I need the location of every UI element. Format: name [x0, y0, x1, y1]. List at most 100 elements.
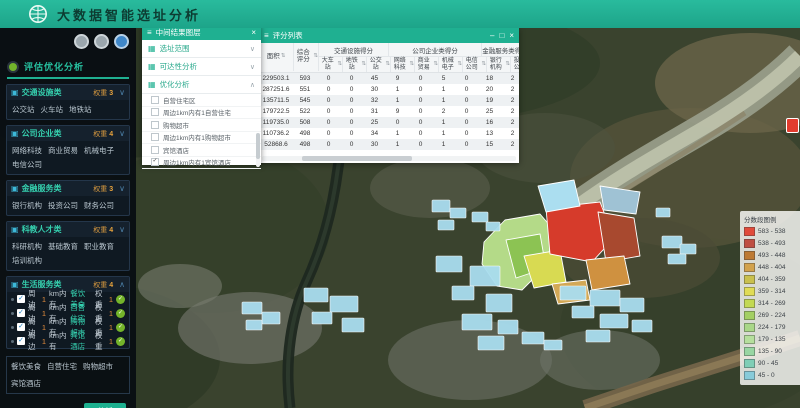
- map-marker[interactable]: [786, 118, 799, 133]
- sort-icon[interactable]: ⇅: [433, 62, 438, 68]
- layer-item[interactable]: ✓ 宾馆酒店: [142, 144, 261, 157]
- column-header[interactable]: 地铁站⇅: [343, 57, 367, 72]
- sort-icon[interactable]: ⇅: [385, 62, 390, 68]
- chevron-up-icon[interactable]: ∧: [119, 280, 125, 289]
- toolbar-circle-button-2[interactable]: [94, 34, 109, 49]
- section-header[interactable]: ▣ 公司企业类 权重4 ∨: [7, 126, 129, 141]
- minimize-icon[interactable]: –: [490, 31, 494, 40]
- column-header[interactable]: 商业贸易⇅: [415, 57, 439, 72]
- checkbox-icon[interactable]: ✓: [151, 158, 159, 166]
- chevron-down-icon[interactable]: ∨: [119, 225, 125, 234]
- layer-group-site-range[interactable]: ▦ 选址范围 ∨: [142, 40, 261, 58]
- layer-item[interactable]: ✓ 自营住宅区: [142, 94, 261, 107]
- table-row[interactable]: 229503.159300459050182: [259, 73, 519, 84]
- table-row[interactable]: 135711.554500321010192: [259, 95, 519, 106]
- close-icon[interactable]: ×: [509, 31, 514, 40]
- checkbox-icon[interactable]: ✓: [17, 337, 25, 345]
- section-header[interactable]: ▣ 金融服务类 权重3 ∨: [7, 181, 129, 196]
- sort-icon[interactable]: ⇅: [505, 62, 510, 68]
- poi-type-label[interactable]: 地铁站: [69, 104, 92, 115]
- legend-range-label: 314 - 269: [758, 300, 785, 307]
- poi-type-label[interactable]: 电信公司: [12, 159, 42, 170]
- weight-value[interactable]: 1: [109, 323, 113, 332]
- chevron-down-icon[interactable]: ∨: [119, 129, 125, 138]
- chevron-down-icon[interactable]: ∨: [250, 45, 255, 53]
- checkbox-icon[interactable]: ✓: [151, 121, 159, 129]
- horizontal-scrollbar[interactable]: [262, 156, 516, 161]
- sort-icon[interactable]: ⇅: [281, 54, 286, 60]
- chevron-down-icon[interactable]: ∨: [119, 184, 125, 193]
- sort-icon[interactable]: ⇅: [337, 62, 342, 68]
- poi-type-label[interactable]: 机械电子: [84, 145, 114, 156]
- column-header[interactable]: 银行机构⇅: [487, 57, 511, 72]
- sort-icon[interactable]: ⇅: [313, 54, 318, 60]
- section-header[interactable]: ▣ 生活服务类 权重4 ∧: [7, 277, 129, 292]
- chevron-down-icon[interactable]: ∨: [119, 88, 125, 97]
- table-row[interactable]: 110736.249800341010132: [259, 128, 519, 139]
- poi-type-label[interactable]: 银行机构: [12, 200, 42, 211]
- weight-value[interactable]: 1: [109, 309, 113, 318]
- chevron-down-icon[interactable]: ∨: [250, 63, 255, 71]
- section-header[interactable]: ▣ 交通设施类 权重3 ∨: [7, 85, 129, 100]
- column-header-area[interactable]: 面积⇅: [259, 43, 294, 71]
- checkbox-icon[interactable]: ✓: [151, 108, 159, 116]
- scrollbar-thumb[interactable]: [256, 133, 260, 159]
- table-row[interactable]: 287251.655100301010202: [259, 84, 519, 95]
- checkbox-icon[interactable]: ✓: [151, 96, 159, 104]
- poi-type-label[interactable]: 财务公司: [84, 200, 114, 211]
- column-header[interactable]: 公交站⇅: [367, 57, 391, 72]
- vertical-scrollbar[interactable]: [256, 142, 260, 167]
- poi-type-label[interactable]: 商业贸易: [48, 145, 78, 156]
- toolbar-circle-button-3[interactable]: [114, 34, 129, 49]
- column-header[interactable]: 投资公司⇅: [511, 57, 519, 72]
- poi-type-label[interactable]: 基础教育: [48, 241, 78, 252]
- toolbar-circle-button-1[interactable]: [74, 34, 89, 49]
- checkbox-icon[interactable]: ✓: [151, 146, 159, 154]
- layer-item[interactable]: ✓ 周边1km内有1自营住宅: [142, 107, 261, 120]
- section-header[interactable]: ▣ 科教人才类 权重4 ∨: [7, 222, 129, 237]
- checkbox-icon[interactable]: ✓: [17, 295, 25, 303]
- column-header[interactable]: 机械电子⇅: [439, 57, 463, 72]
- column-header[interactable]: 网络科技⇅: [391, 57, 415, 72]
- column-header-score[interactable]: 综合评分⇅: [294, 43, 319, 71]
- sidebar-section-finance: ▣ 金融服务类 权重3 ∨ 银行机构投资公司财务公司: [6, 180, 130, 216]
- sort-icon[interactable]: ⇅: [409, 62, 414, 68]
- maximize-icon[interactable]: □: [499, 31, 504, 40]
- layers-panel-title: 中间结果图层: [156, 27, 201, 38]
- checkbox-icon[interactable]: ✓: [17, 309, 25, 317]
- poi-type-label[interactable]: 科研机构: [12, 241, 42, 252]
- sort-icon[interactable]: ⇅: [481, 62, 486, 68]
- score-panel-titlebar[interactable]: ≡ 评分列表 – □ ×: [259, 28, 519, 43]
- layer-item[interactable]: ✓ 周边1km内有1购物超市: [142, 132, 261, 145]
- weight-value[interactable]: 1: [109, 295, 113, 304]
- analyze-button[interactable]: 分析: [84, 403, 126, 408]
- checkbox-icon[interactable]: ✓: [17, 323, 25, 331]
- column-header[interactable]: 大车站⇅: [319, 57, 343, 72]
- column-header[interactable]: 电信公司⇅: [463, 57, 487, 72]
- radius-value[interactable]: 1: [42, 323, 46, 332]
- layer-group-accessibility[interactable]: ▦ 可达性分析 ∨: [142, 58, 261, 76]
- radius-value[interactable]: 1: [42, 309, 46, 318]
- layer-item[interactable]: ✓ 购物超市: [142, 119, 261, 132]
- sort-icon[interactable]: ⇅: [457, 62, 462, 68]
- layer-group-optimization[interactable]: ▦ 优化分析 ∧: [142, 76, 261, 94]
- poi-type-label[interactable]: 公交站: [12, 104, 35, 115]
- score-panel-title: 评分列表: [273, 30, 303, 41]
- radius-value[interactable]: 1: [42, 295, 46, 304]
- weight-value[interactable]: 1: [109, 337, 113, 346]
- table-row[interactable]: 52868.649800301010152: [259, 139, 519, 150]
- chevron-up-icon[interactable]: ∧: [250, 81, 255, 89]
- poi-type-label[interactable]: 投资公司: [48, 200, 78, 211]
- close-icon[interactable]: ×: [251, 28, 256, 37]
- table-row[interactable]: 179722.552200319020252: [259, 106, 519, 117]
- radius-value[interactable]: 1: [42, 337, 46, 346]
- checkbox-icon[interactable]: ✓: [151, 133, 159, 141]
- table-row[interactable]: 119735.050800250010162: [259, 117, 519, 128]
- poi-type-label[interactable]: 培训机构: [12, 255, 42, 266]
- scrollbar-thumb[interactable]: [302, 156, 412, 161]
- poi-type-label[interactable]: 火车站: [41, 104, 64, 115]
- poi-type-label[interactable]: 职业教育: [84, 241, 114, 252]
- sort-icon[interactable]: ⇅: [361, 62, 366, 68]
- poi-type-label[interactable]: 网络科技: [12, 145, 42, 156]
- layer-item[interactable]: ✓ 周边1km内有1宾馆酒店: [142, 157, 261, 170]
